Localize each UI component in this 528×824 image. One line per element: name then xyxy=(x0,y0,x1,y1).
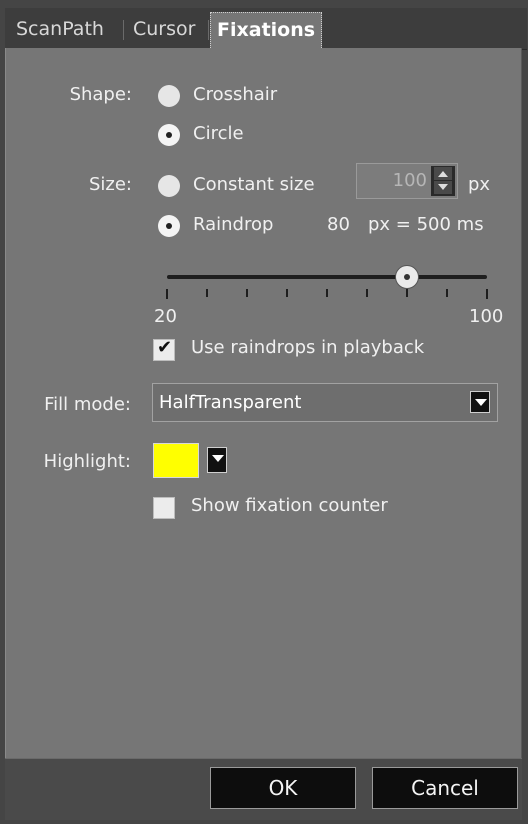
radio-constant-size[interactable] xyxy=(158,175,180,197)
slider-tick xyxy=(486,289,488,299)
slider-tick xyxy=(366,289,368,297)
tab-cursor[interactable]: Cursor xyxy=(127,12,201,46)
raindrop-value: 80 xyxy=(327,214,350,235)
fill-mode-label: Fill mode: xyxy=(44,394,131,415)
size-label: Size: xyxy=(88,174,132,195)
slider-tick xyxy=(286,289,288,297)
slider-min-label: 20 xyxy=(154,306,177,327)
radio-constant-size-label[interactable]: Constant size xyxy=(193,174,315,195)
slider-tick xyxy=(206,289,208,297)
slider-tick xyxy=(246,289,248,297)
slider-max-label: 100 xyxy=(469,306,504,327)
shape-label: Shape: xyxy=(69,84,132,105)
slider-tick xyxy=(326,289,328,297)
constant-size-spinner[interactable]: 100 xyxy=(356,163,458,199)
dialog-frame: ScanPath Cursor Fixations Shape: Crossha… xyxy=(0,0,528,824)
highlight-dropdown-chevron-icon[interactable] xyxy=(207,447,227,473)
radio-raindrop-label[interactable]: Raindrop xyxy=(193,214,273,235)
show-fixation-counter-checkbox[interactable] xyxy=(153,497,175,519)
spin-up-arrow-icon[interactable] xyxy=(434,167,452,180)
radio-circle-label[interactable]: Circle xyxy=(193,123,244,144)
radio-circle[interactable] xyxy=(158,124,180,146)
raindrop-slider-thumb[interactable] xyxy=(395,265,419,289)
constant-size-value[interactable]: 100 xyxy=(365,170,427,191)
show-fixation-counter-label[interactable]: Show fixation counter xyxy=(191,495,388,516)
tab-separator xyxy=(208,20,209,40)
slider-tick xyxy=(446,289,448,297)
tab-separator xyxy=(123,20,124,40)
raindrop-description: px = 500 ms xyxy=(368,214,484,235)
fill-mode-dropdown[interactable]: HalfTransparent xyxy=(152,383,498,422)
radio-crosshair[interactable] xyxy=(158,85,180,107)
cancel-button[interactable]: Cancel xyxy=(372,767,518,809)
use-raindrops-label[interactable]: Use raindrops in playback xyxy=(191,337,424,358)
highlight-color-swatch[interactable] xyxy=(153,443,199,478)
slider-tick xyxy=(406,289,408,297)
constant-size-unit: px xyxy=(468,174,491,195)
radio-raindrop[interactable] xyxy=(158,215,180,237)
tab-fixations[interactable]: Fixations xyxy=(210,12,323,48)
ok-button[interactable]: OK xyxy=(210,767,356,809)
highlight-label: Highlight: xyxy=(43,451,131,472)
slider-tick xyxy=(166,289,168,299)
use-raindrops-checkbox[interactable] xyxy=(153,337,175,361)
radio-crosshair-label[interactable]: Crosshair xyxy=(193,84,277,105)
raindrop-slider-track[interactable] xyxy=(167,275,487,279)
fill-mode-value: HalfTransparent xyxy=(159,392,302,413)
tab-scanpath[interactable]: ScanPath xyxy=(10,12,110,46)
spinner-buttons xyxy=(431,166,455,196)
spin-down-arrow-icon[interactable] xyxy=(434,181,452,194)
chevron-down-icon[interactable] xyxy=(470,391,490,413)
